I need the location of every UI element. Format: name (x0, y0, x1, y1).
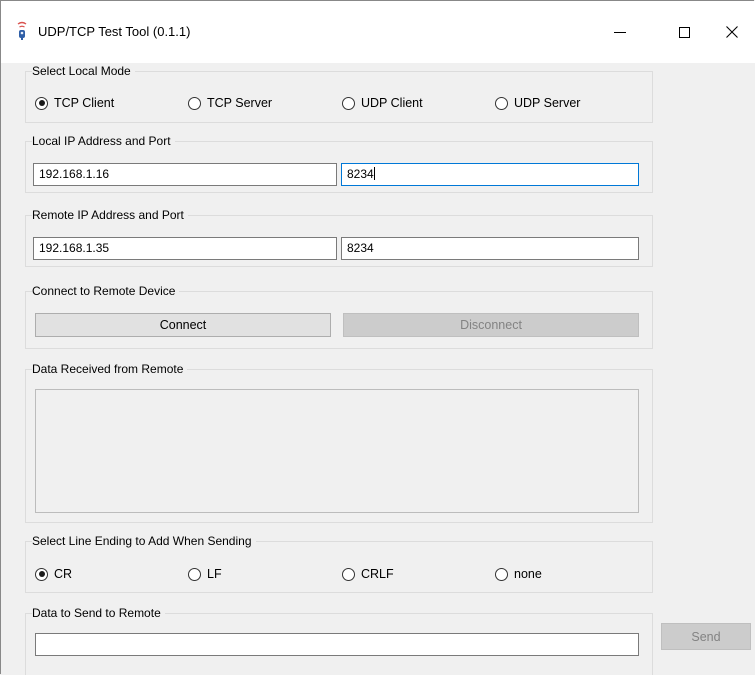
radio-lf[interactable]: LF (188, 567, 222, 581)
line-ending-group (25, 541, 653, 593)
local-port-input[interactable]: 8234 (341, 163, 639, 186)
minimize-icon (614, 32, 626, 33)
text-caret (373, 167, 375, 180)
radio-none-label: none (514, 567, 542, 581)
local-ip-input[interactable]: 192.168.1.16 (33, 163, 337, 186)
send-label: Data to Send to Remote (32, 606, 165, 620)
radio-udp-client[interactable]: UDP Client (342, 96, 423, 110)
radio-crlf-label: CRLF (361, 567, 394, 581)
local-mode-label: Select Local Mode (32, 64, 135, 78)
local-address-label: Local IP Address and Port (32, 134, 175, 148)
minimize-button[interactable] (597, 15, 643, 49)
remote-address-label: Remote IP Address and Port (32, 208, 188, 222)
app-icon (17, 21, 27, 40)
disconnect-button[interactable]: Disconnect (343, 313, 639, 337)
radio-indicator (188, 96, 201, 110)
radio-udp-server[interactable]: UDP Server (495, 96, 580, 110)
radio-indicator (495, 567, 508, 581)
connection-label: Connect to Remote Device (32, 284, 180, 298)
radio-cr-label: CR (54, 567, 73, 581)
remote-ip-input[interactable]: 192.168.1.35 (33, 237, 337, 260)
received-data-area[interactable] (35, 389, 639, 513)
app-window: UDP/TCP Test Tool (0.1.1) Select Local M… (0, 0, 755, 675)
radio-tcp-client-label: TCP Client (54, 96, 115, 110)
radio-indicator (495, 96, 508, 110)
radio-crlf[interactable]: CRLF (342, 567, 394, 581)
radio-tcp-client[interactable]: TCP Client (35, 96, 114, 110)
radio-indicator-selected (35, 96, 48, 110)
radio-indicator (188, 567, 201, 581)
send-button[interactable]: Send (661, 623, 751, 650)
radio-udp-client-label: UDP Client (361, 96, 423, 110)
maximize-button[interactable] (661, 15, 707, 49)
radio-indicator (342, 567, 355, 581)
connect-button[interactable]: Connect (35, 313, 331, 337)
radio-indicator (342, 96, 355, 110)
title-bar[interactable]: UDP/TCP Test Tool (0.1.1) (1, 1, 755, 63)
window-title: UDP/TCP Test Tool (0.1.1) (38, 24, 191, 39)
send-data-input[interactable] (35, 633, 639, 656)
radio-indicator-selected (35, 567, 48, 581)
remote-port-input[interactable]: 8234 (341, 237, 639, 260)
radio-udp-server-label: UDP Server (514, 96, 581, 110)
radio-tcp-server-label: TCP Server (207, 96, 273, 110)
radio-lf-label: LF (207, 567, 222, 581)
close-icon (726, 26, 738, 38)
line-ending-label: Select Line Ending to Add When Sending (32, 534, 256, 548)
close-button[interactable] (709, 15, 755, 49)
maximize-icon (678, 26, 690, 38)
radio-tcp-server[interactable]: TCP Server (188, 96, 272, 110)
radio-none[interactable]: none (495, 567, 542, 581)
local-port-value: 8234 (347, 167, 374, 181)
received-label: Data Received from Remote (32, 362, 188, 376)
radio-cr[interactable]: CR (35, 567, 72, 581)
